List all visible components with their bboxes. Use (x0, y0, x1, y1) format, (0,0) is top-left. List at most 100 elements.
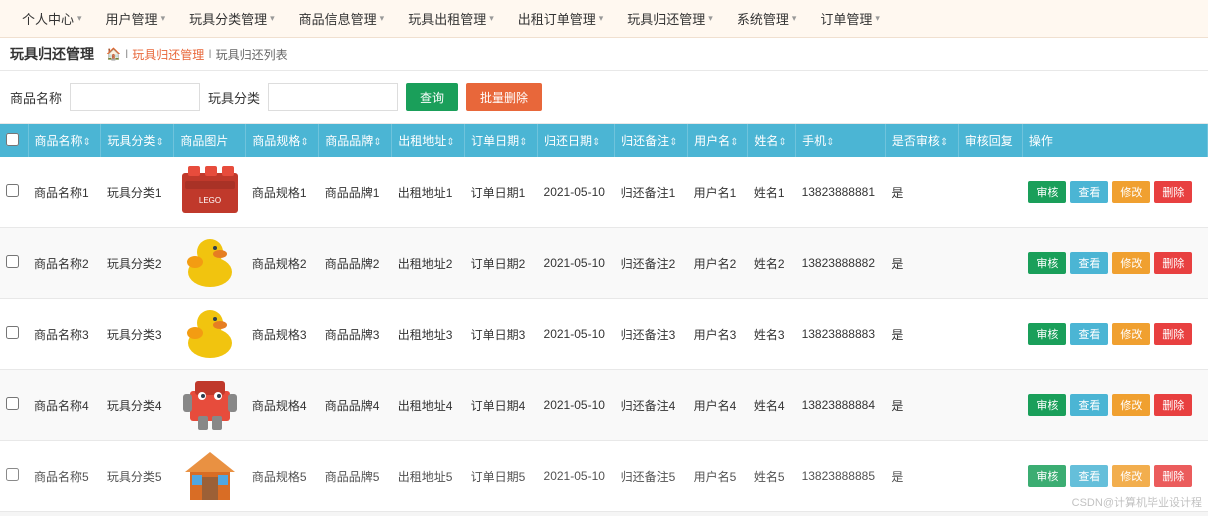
row-order-date: 订单日期3 (465, 299, 538, 370)
page-title: 玩具归还管理 (10, 44, 94, 64)
row-fullname: 姓名4 (748, 370, 796, 441)
row-spec: 商品规格1 (246, 157, 319, 228)
row-audit-reply (958, 441, 1022, 512)
row-category: 玩具分类1 (101, 157, 174, 228)
delete-button[interactable]: 删除 (1154, 181, 1192, 203)
edit-button[interactable]: 修改 (1112, 465, 1150, 487)
row-remark: 归还备注3 (615, 299, 688, 370)
row-address: 出租地址1 (392, 157, 465, 228)
row-phone: 13823888882 (796, 228, 886, 299)
row-checkbox[interactable] (6, 184, 19, 197)
row-remark: 归还备注2 (615, 228, 688, 299)
delete-button[interactable]: 删除 (1154, 252, 1192, 274)
row-category: 玩具分类4 (101, 370, 174, 441)
chevron-down-icon: ▾ (489, 13, 494, 24)
row-audited: 是 (885, 441, 958, 512)
search-label-name: 商品名称 (10, 88, 62, 107)
row-audited: 是 (885, 370, 958, 441)
row-phone: 13823888881 (796, 157, 886, 228)
row-checkbox-cell (0, 299, 28, 370)
header-remark: 归还备注⇕ (615, 124, 688, 157)
row-category: 玩具分类3 (101, 299, 174, 370)
row-brand: 商品品牌1 (319, 157, 392, 228)
svg-text:LEGO: LEGO (199, 196, 221, 205)
row-image (174, 441, 246, 512)
return-table: 商品名称⇕ 玩具分类⇕ 商品图片 商品规格⇕ 商品品牌⇕ 出租地址⇕ 订单日期⇕… (0, 124, 1208, 512)
audit-button[interactable]: 审核 (1028, 394, 1066, 416)
chevron-down-icon: ▾ (792, 13, 797, 24)
nav-product[interactable]: 商品信息管理 ▾ (287, 0, 397, 38)
row-audited: 是 (885, 228, 958, 299)
edit-button[interactable]: 修改 (1112, 181, 1150, 203)
view-button[interactable]: 查看 (1070, 394, 1108, 416)
header-action: 操作 (1022, 124, 1207, 157)
row-name: 商品名称1 (28, 157, 101, 228)
view-button[interactable]: 查看 (1070, 181, 1108, 203)
header-spec: 商品规格⇕ (246, 124, 319, 157)
nav-user[interactable]: 用户管理 ▾ (94, 0, 178, 38)
header-address: 出租地址⇕ (392, 124, 465, 157)
view-button[interactable]: 查看 (1070, 323, 1108, 345)
nav-category[interactable]: 玩具分类管理 ▾ (177, 0, 287, 38)
row-checkbox[interactable] (6, 255, 19, 268)
table-row: 商品名称5 玩具分类5 商品规格5 商品品牌5 出租地址5 订单日期5 2021… (0, 441, 1208, 512)
select-all-checkbox[interactable] (6, 133, 19, 146)
row-name: 商品名称5 (28, 441, 101, 512)
row-spec: 商品规格5 (246, 441, 319, 512)
row-checkbox-cell (0, 370, 28, 441)
row-fullname: 姓名2 (748, 228, 796, 299)
row-checkbox[interactable] (6, 468, 19, 481)
row-phone: 13823888884 (796, 370, 886, 441)
chevron-down-icon: ▾ (380, 13, 385, 24)
breadcrumb-link1[interactable]: 玩具归还管理 (132, 46, 204, 63)
row-category: 玩具分类5 (101, 441, 174, 512)
row-spec: 商品规格3 (246, 299, 319, 370)
search-button[interactable]: 查询 (406, 83, 458, 111)
row-checkbox[interactable] (6, 397, 19, 410)
edit-button[interactable]: 修改 (1112, 394, 1150, 416)
row-actions: 审核 查看 修改 删除 (1022, 299, 1207, 370)
edit-button[interactable]: 修改 (1112, 323, 1150, 345)
view-button[interactable]: 查看 (1070, 252, 1108, 274)
row-category: 玩具分类2 (101, 228, 174, 299)
nav-order[interactable]: 出租订单管理 ▾ (506, 0, 616, 38)
row-name: 商品名称4 (28, 370, 101, 441)
batch-delete-button[interactable]: 批量删除 (466, 83, 542, 111)
row-remark: 归还备注1 (615, 157, 688, 228)
nav-order2[interactable]: 订单管理 ▾ (808, 0, 892, 38)
table-row: 商品名称4 玩具分类4 商品规格4 商品品牌4 出租地址4 订单日期4 2021… (0, 370, 1208, 441)
row-username: 用户名2 (688, 228, 748, 299)
audit-button[interactable]: 审核 (1028, 465, 1066, 487)
nav-system[interactable]: 系统管理 ▾ (725, 0, 809, 38)
edit-button[interactable]: 修改 (1112, 252, 1150, 274)
audit-button[interactable]: 审核 (1028, 323, 1066, 345)
row-checkbox[interactable] (6, 326, 19, 339)
search-input-name[interactable] (70, 83, 200, 111)
delete-button[interactable]: 删除 (1154, 465, 1192, 487)
row-fullname: 姓名1 (748, 157, 796, 228)
row-audit-reply (958, 157, 1022, 228)
table-row: 商品名称2 玩具分类2 商品规格2 商品品牌2 出租地址2 订单日期2 2021… (0, 228, 1208, 299)
header-image: 商品图片 (174, 124, 246, 157)
nav-personal[interactable]: 个人中心 ▾ (10, 0, 94, 38)
delete-button[interactable]: 删除 (1154, 323, 1192, 345)
view-button[interactable]: 查看 (1070, 465, 1108, 487)
row-username: 用户名3 (688, 299, 748, 370)
nav-return[interactable]: 玩具归还管理 ▾ (615, 0, 725, 38)
row-return-date: 2021-05-10 (538, 157, 615, 228)
audit-button[interactable]: 审核 (1028, 181, 1066, 203)
header-fullname: 姓名⇕ (748, 124, 796, 157)
row-address: 出租地址3 (392, 299, 465, 370)
delete-button[interactable]: 删除 (1154, 394, 1192, 416)
header-name: 商品名称⇕ (28, 124, 101, 157)
row-phone: 13823888883 (796, 299, 886, 370)
audit-button[interactable]: 审核 (1028, 252, 1066, 274)
chevron-down-icon: ▾ (161, 13, 166, 24)
search-input-category[interactable] (268, 83, 398, 111)
nav-rental[interactable]: 玩具出租管理 ▾ (396, 0, 506, 38)
header-category: 玩具分类⇕ (101, 124, 174, 157)
row-remark: 归还备注4 (615, 370, 688, 441)
row-actions: 审核 查看 修改 删除 (1022, 370, 1207, 441)
row-checkbox-cell (0, 441, 28, 512)
row-actions: 审核 查看 修改 删除 (1022, 228, 1207, 299)
